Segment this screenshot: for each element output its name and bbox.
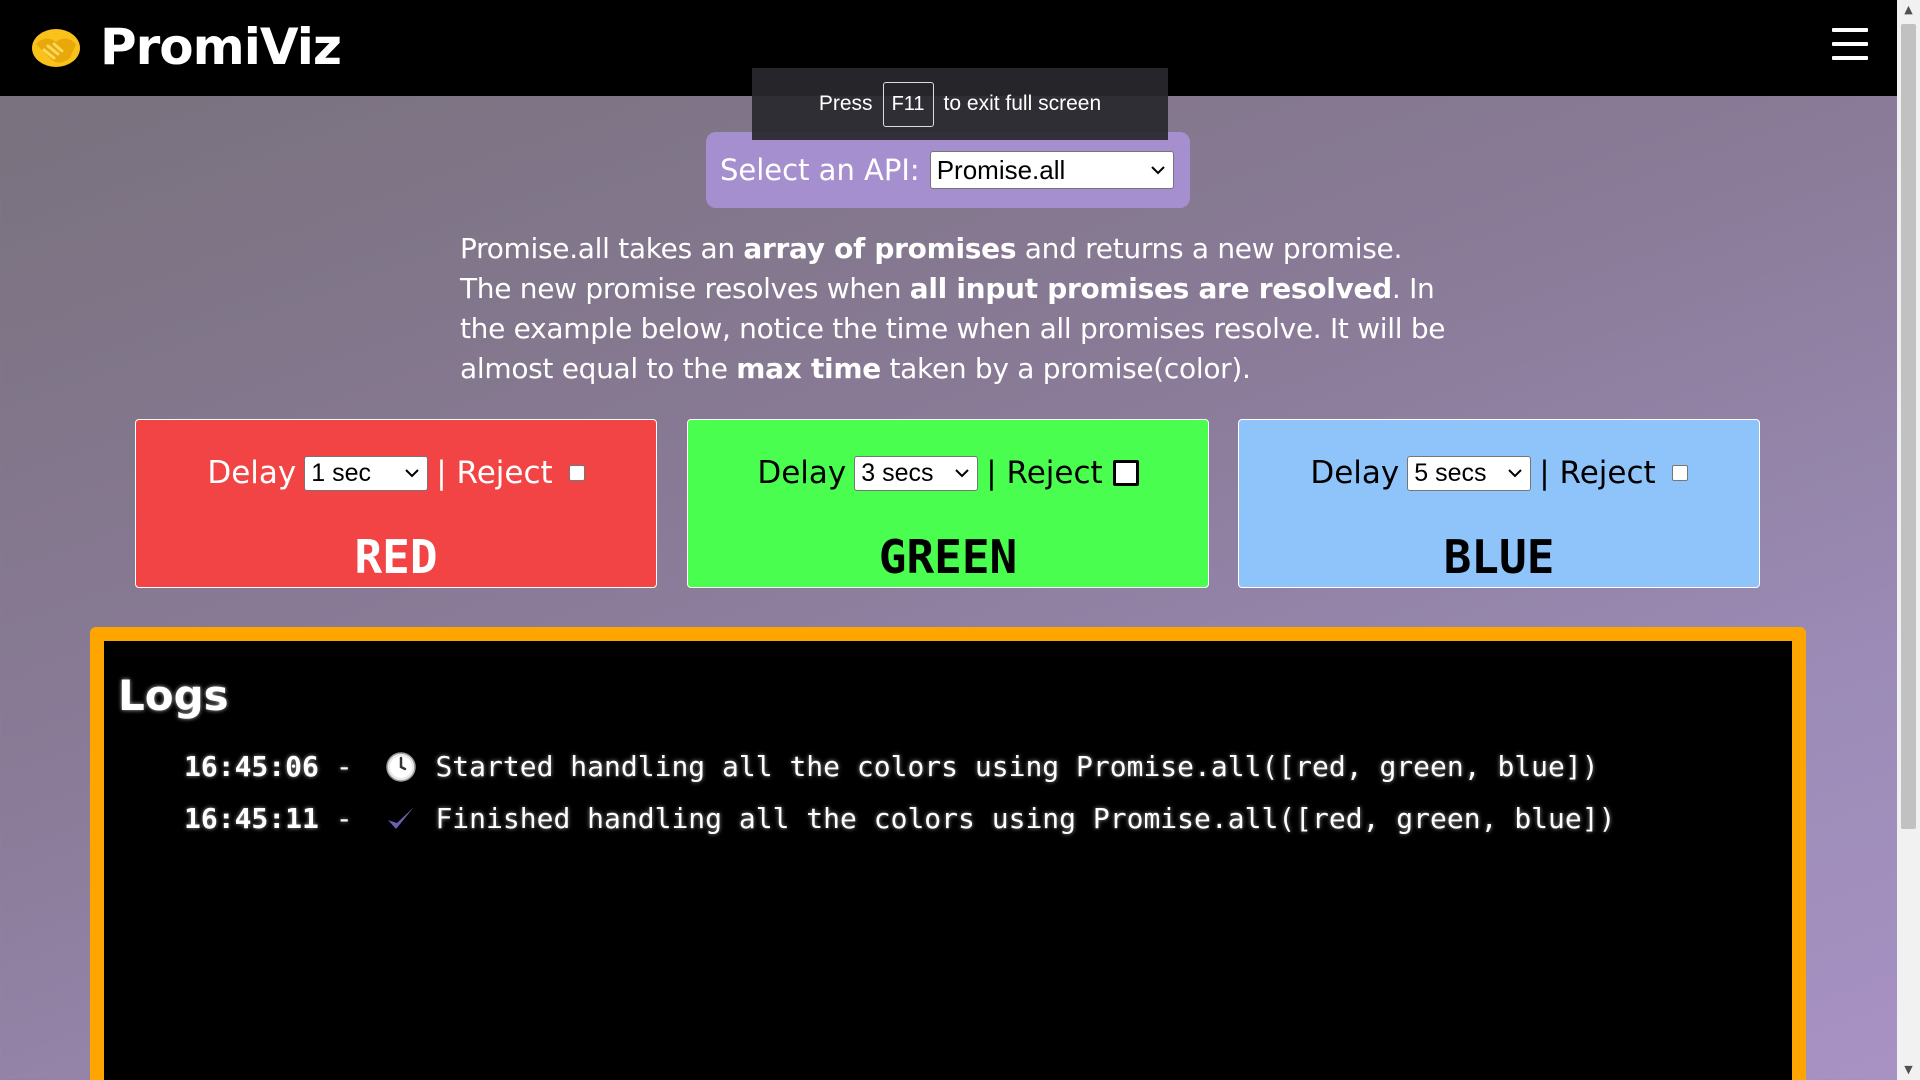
scroll-thumb[interactable] bbox=[1901, 24, 1916, 829]
description-emphasis: max time bbox=[736, 352, 881, 385]
card-title: RED bbox=[354, 530, 438, 584]
fullscreen-notice: Press F11 to exit full screen bbox=[752, 68, 1168, 140]
reject-checkbox-green[interactable] bbox=[1112, 460, 1139, 486]
log-message: Started handling all the colors using Pr… bbox=[435, 750, 1599, 783]
delay-select-value: 5 secs bbox=[1414, 458, 1487, 487]
description-emphasis: array of promises bbox=[743, 232, 1017, 265]
fullscreen-key: F11 bbox=[882, 81, 934, 127]
delay-label: Delay bbox=[1310, 455, 1400, 491]
logs-title: Logs bbox=[118, 671, 229, 720]
logs-panel: Logs 16:45:06 - Started handling all the… bbox=[90, 627, 1806, 1080]
log-time: 16:45:11 bbox=[184, 802, 319, 835]
api-select-value: Promise.all bbox=[936, 154, 1066, 185]
log-separator: - bbox=[318, 802, 370, 835]
delay-label: Delay bbox=[757, 455, 847, 491]
reject-checkbox-blue[interactable] bbox=[1671, 465, 1688, 481]
promise-card-red: Delay 1 sec | Reject RED bbox=[135, 419, 657, 588]
delay-select-red[interactable]: 1 sec bbox=[304, 455, 429, 491]
chevron-down-icon bbox=[955, 468, 969, 477]
api-select[interactable]: Promise.all bbox=[929, 151, 1174, 189]
chevron-down-icon bbox=[405, 468, 419, 477]
delay-select-value: 1 sec bbox=[311, 458, 372, 487]
delay-label: Delay bbox=[207, 455, 297, 491]
page-scrollbar[interactable]: ▲ ▼ bbox=[1897, 0, 1920, 1080]
description-text: taken by a promise(color). bbox=[880, 352, 1251, 385]
reject-label: | Reject bbox=[436, 455, 553, 491]
chevron-down-icon bbox=[1150, 165, 1165, 174]
reject-label: | Reject bbox=[986, 455, 1103, 491]
delay-select-blue[interactable]: 5 secs bbox=[1407, 455, 1532, 491]
description-text: Promise.all takes an bbox=[460, 232, 744, 265]
checkmark-icon bbox=[388, 806, 415, 829]
log-entry: 16:45:06 - Started handling all the colo… bbox=[184, 750, 1599, 783]
log-message: Finished handling all the colors using P… bbox=[435, 802, 1616, 835]
reject-checkbox-red[interactable] bbox=[568, 465, 585, 481]
card-controls: Delay 5 secs | Reject bbox=[1239, 455, 1759, 491]
handshake-icon[interactable] bbox=[30, 24, 82, 72]
scroll-down-arrow-icon[interactable]: ▼ bbox=[1897, 1060, 1920, 1080]
card-controls: Delay 1 sec | Reject bbox=[136, 455, 656, 491]
log-time: 16:45:06 bbox=[184, 750, 319, 783]
fullscreen-notice-suffix: to exit full screen bbox=[943, 92, 1102, 115]
clock-icon bbox=[386, 751, 417, 782]
api-label: Select an API: bbox=[720, 153, 920, 187]
card-controls: Delay 3 secs | Reject bbox=[688, 455, 1208, 491]
hamburger-icon[interactable] bbox=[1832, 28, 1868, 64]
log-separator: - bbox=[318, 750, 370, 783]
chevron-down-icon bbox=[1508, 468, 1522, 477]
log-entry: 16:45:11 - Finished handling all the col… bbox=[184, 802, 1615, 835]
card-title: BLUE bbox=[1443, 530, 1555, 584]
promise-card-green: Delay 3 secs | Reject GREEN bbox=[687, 419, 1209, 588]
brand-title[interactable]: PromiViz bbox=[100, 18, 342, 76]
delay-select-green[interactable]: 3 secs bbox=[854, 455, 979, 491]
promise-card-blue: Delay 5 secs | Reject BLUE bbox=[1238, 419, 1760, 588]
fullscreen-notice-prefix: Press bbox=[818, 92, 873, 115]
delay-select-value: 3 secs bbox=[861, 458, 934, 487]
api-description: Promise.all takes an array of promises a… bbox=[460, 229, 1460, 389]
card-title: GREEN bbox=[878, 530, 1018, 584]
api-selector-panel: Select an API: Promise.all bbox=[706, 132, 1190, 208]
reject-label: | Reject bbox=[1539, 455, 1656, 491]
description-emphasis: all input promises are resolved bbox=[909, 272, 1392, 305]
scroll-up-arrow-icon[interactable]: ▲ bbox=[1897, 0, 1920, 20]
